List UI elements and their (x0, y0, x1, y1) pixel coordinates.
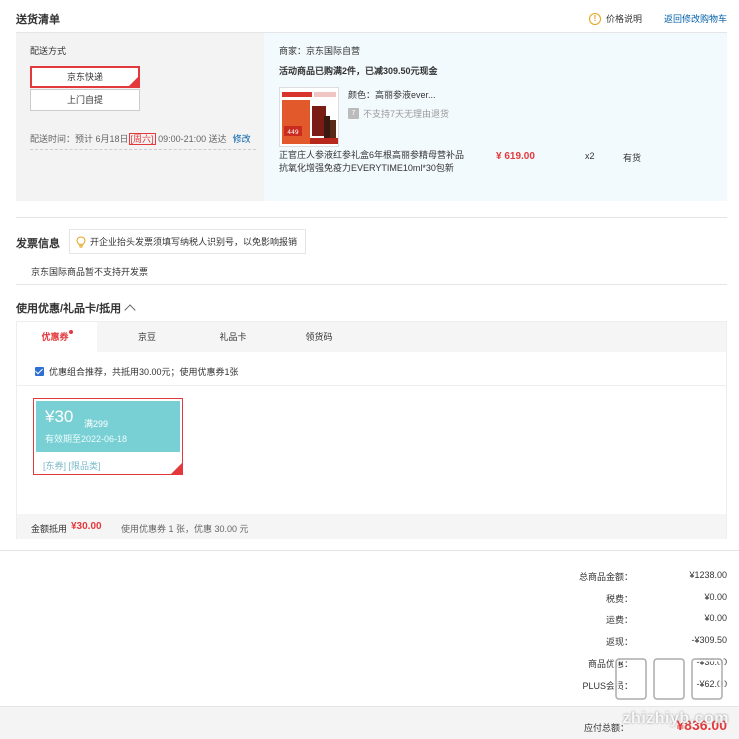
invoice-tip: 开企业抬头发票须填写纳税人识别号，以免影响报销 (69, 229, 307, 254)
coupon-expiry: 有效期至2022-06-18 (45, 434, 128, 444)
product-name-link[interactable]: 正官庄人参液红参礼盒6年根高丽参精母营补品抗氧化增强免疫力EVERYTIME10… (279, 149, 471, 175)
product-image-badge: 449 (287, 129, 299, 136)
product-color: 颜色：高丽参液ever... (348, 90, 436, 100)
delivery-divider (30, 149, 256, 150)
coupon-amount: ¥30 (45, 407, 74, 426)
delivery-time: 配送时间：预计 6月18日 [周六] 09:00-21:00 送达 修改 (30, 132, 251, 145)
coupon-panel: 优惠券 京豆 礼品卡 领货码 优惠组合推荐，共抵用30.00元；使用优惠券1张 … (16, 321, 727, 539)
summary-value: ¥0.00 (704, 592, 727, 602)
promo-info: 活动商品已购满2件，已减309.50元现金 (279, 66, 438, 76)
coupon-card[interactable]: ¥30 满299 有效期至2022-06-18 [东券] [限品类] (33, 398, 183, 475)
coupon-tabs: 优惠券 京豆 礼品卡 领货码 (17, 322, 726, 352)
lightbulb-icon (76, 235, 86, 248)
section-divider (16, 217, 727, 218)
tab-redeem-code[interactable]: 领货码 (279, 322, 359, 352)
coupon-tags: [东券] [限品类] (43, 461, 101, 471)
invoice-note: 京东国际商品暂不支持开发票 (31, 267, 149, 277)
delivery-weekday: [周六] (128, 133, 156, 145)
delivery-time-label: 配送时间： (30, 134, 76, 144)
coupon-footer-label: 金额抵用 (31, 524, 68, 534)
merchant-name: 商家：京东国际自营 (279, 46, 361, 56)
product-price: ¥ 619.00 (496, 151, 535, 162)
summary-row-shipping: 运费： ¥0.00 (527, 613, 727, 627)
coupon-footer: 金额抵用 ¥30.00 使用优惠券 1 张，优惠 30.00 元 (17, 514, 726, 539)
coupon-section-toggle[interactable]: 使用优惠/礼品卡/抵用 (16, 300, 136, 316)
summary-key: 返现： (605, 637, 633, 647)
invoice-title: 发票信息 (16, 238, 60, 250)
summary-value: ¥0.00 (704, 613, 727, 623)
summary-divider (0, 550, 739, 551)
summary-key: 总商品金额： (578, 572, 633, 582)
coupon-footer-amount: ¥30.00 (71, 521, 102, 532)
back-to-cart-link[interactable]: 返回修改购物车 (664, 12, 727, 25)
chevron-up-icon (124, 304, 136, 316)
tab-coupons-label: 优惠券 (41, 332, 69, 342)
watermark-logo-icon (613, 656, 725, 702)
summary-key: 运费： (605, 615, 633, 625)
delivery-section: 配送方式 京东快递 上门自提 配送时间：预计 6月18日 [周六] 09:00-2… (16, 33, 727, 201)
tab-gift-card[interactable]: 礼品卡 (193, 322, 273, 352)
edit-delivery-time-link[interactable]: 修改 (233, 134, 251, 144)
recommend-text: 优惠组合推荐，共抵用30.00元；使用优惠券1张 (49, 367, 239, 377)
coupon-condition: 满299 (84, 419, 109, 429)
product-stock: 有货 (623, 153, 642, 163)
summary-value: ¥1238.00 (689, 570, 727, 580)
product-quantity: x2 (585, 151, 595, 161)
seven-day-return-icon: 7 (348, 108, 359, 119)
recommend-checkbox[interactable] (35, 367, 44, 376)
coupon-footer-desc: 使用优惠券 1 张，优惠 30.00 元 (121, 524, 249, 534)
no-return-notice: 7 不支持7天无理由退货 (348, 107, 449, 120)
recommend-checkbox-row[interactable]: 优惠组合推荐，共抵用30.00元；使用优惠券1张 (35, 365, 239, 378)
tab-coupons[interactable]: 优惠券 (17, 322, 97, 352)
product-image[interactable]: 449 (279, 87, 339, 147)
summary-row-subtotal: 总商品金额： ¥1238.00 (527, 570, 727, 584)
warning-icon: ! (588, 12, 601, 25)
coupon-section-title: 使用优惠/礼品卡/抵用 (16, 303, 122, 315)
page-title: 送货清单 (16, 14, 60, 26)
summary-value: -¥309.50 (691, 635, 727, 645)
coupon-divider (17, 385, 726, 386)
watermark-text: zhizhiyb.com (622, 710, 729, 727)
ship-option-pickup[interactable]: 上门自提 (30, 89, 140, 111)
price-note-label: 价格说明 (605, 14, 642, 24)
delivery-method-label: 配送方式 (30, 46, 67, 56)
delivery-method-panel: 配送方式 京东快递 上门自提 配送时间：预计 6月18日 [周六] 09:00-2… (16, 33, 264, 201)
summary-key: 税费： (605, 594, 633, 604)
price-note-link[interactable]: ! 价格说明 (588, 12, 642, 25)
ship-option-jd-express[interactable]: 京东快递 (30, 66, 140, 88)
order-items-panel: 商家：京东国际自营 活动商品已购满2件，已减309.50元现金 449 颜色：高… (264, 33, 727, 201)
coupon-card-header: ¥30 满299 有效期至2022-06-18 (36, 401, 180, 452)
summary-row-tax: 税费： ¥0.00 (527, 592, 727, 606)
delivery-window: 09:00-21:00 送达 (155, 134, 227, 144)
new-dot-icon (68, 330, 73, 334)
no-return-text: 不支持7天无理由退货 (363, 109, 450, 119)
invoice-tip-text: 开企业抬头发票须填写纳税人识别号，以免影响报销 (90, 237, 298, 247)
summary-row-cashback: 返现： -¥309.50 (527, 635, 727, 649)
section-divider (16, 284, 727, 285)
header-links: ! 价格说明 返回修改购物车 (588, 12, 727, 25)
delivery-date: 预计 6月18日 (75, 134, 129, 144)
tab-jingdou[interactable]: 京豆 (107, 322, 187, 352)
